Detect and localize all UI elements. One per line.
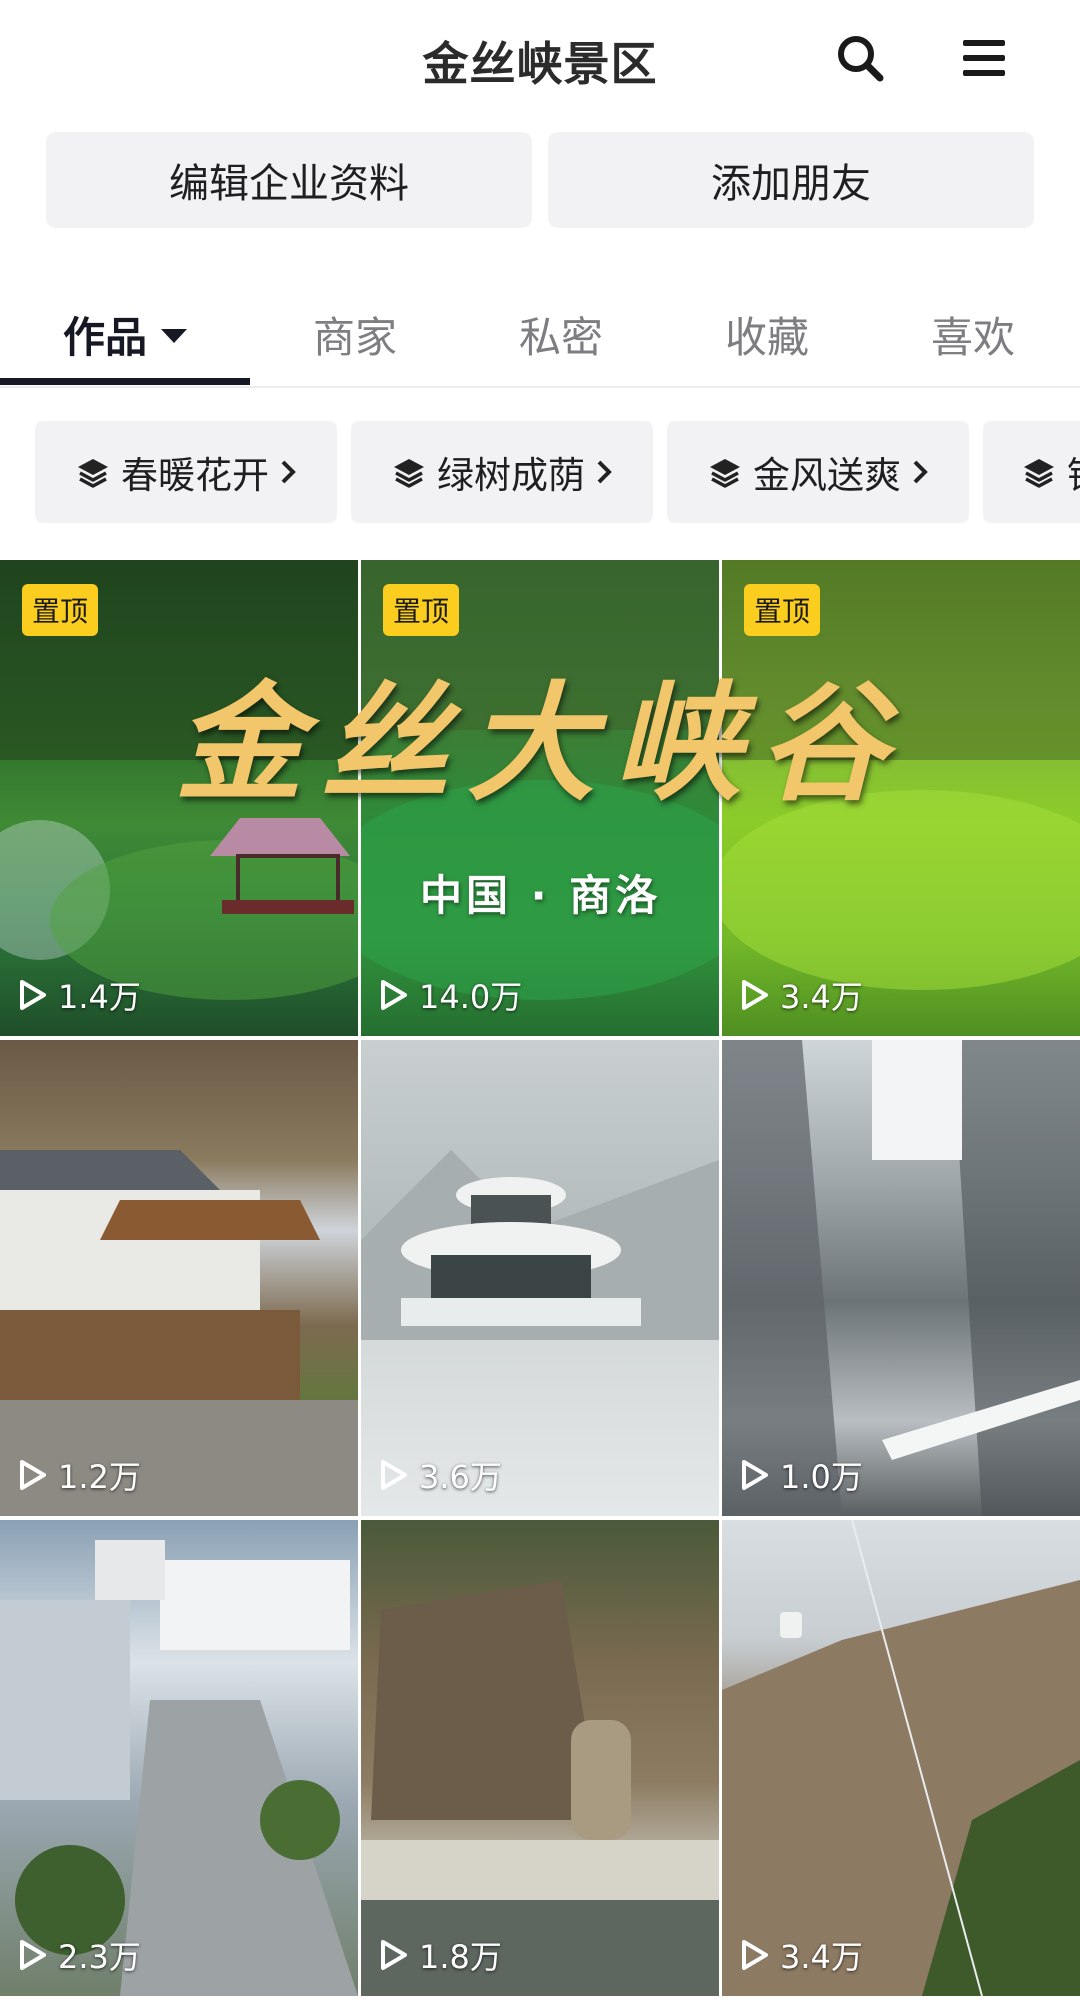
video-tile[interactable]: 置顶 3.4万 — [722, 560, 1080, 1036]
collection-chip[interactable]: 绿树成荫 — [351, 421, 653, 523]
pinned-badge: 置顶 — [383, 584, 460, 636]
tab-favorites[interactable]: 收藏 — [664, 290, 870, 378]
edit-profile-button[interactable]: 编辑企业资料 — [46, 132, 532, 228]
view-count-text: 2.3万 — [58, 1938, 141, 1976]
collection-chip[interactable]: 银 — [983, 421, 1080, 523]
play-icon — [20, 980, 46, 1010]
view-count-text: 1.0万 — [780, 1458, 863, 1496]
play-icon — [20, 1940, 46, 1970]
chevron-right-icon — [911, 458, 929, 486]
layers-icon — [1021, 454, 1057, 490]
video-tile[interactable]: 置顶 14.0万 — [361, 560, 719, 1036]
view-count: 3.6万 — [379, 1452, 502, 1498]
tab-likes[interactable]: 喜欢 — [870, 290, 1076, 378]
video-tile[interactable]: 2.3万 — [0, 1520, 358, 1996]
scenery-image — [0, 1540, 358, 1996]
tab-merchant[interactable]: 商家 — [250, 290, 460, 378]
play-icon — [381, 1940, 407, 1970]
view-count: 1.2万 — [18, 1452, 141, 1498]
view-count: 3.4万 — [740, 1932, 863, 1978]
view-count-text: 1.4万 — [58, 978, 141, 1016]
scenery-image — [0, 1150, 358, 1516]
scenery-image — [361, 1150, 719, 1340]
collection-chip[interactable]: 春暖花开 — [35, 421, 337, 523]
page-title: 金丝峡景区 — [422, 37, 658, 91]
scenery-image — [361, 1580, 719, 1996]
view-count-text: 3.4万 — [780, 1938, 863, 1976]
collection-chip[interactable]: 金风送爽 — [667, 421, 969, 523]
active-tab-indicator — [0, 378, 250, 385]
profile-tabs: 作品 商家 私密 收藏 喜欢 — [0, 290, 1080, 388]
layers-icon — [707, 454, 743, 490]
play-icon — [381, 980, 407, 1010]
view-count-text: 1.8万 — [419, 1938, 502, 1976]
view-count: 1.0万 — [740, 1452, 863, 1498]
view-count: 1.8万 — [379, 1932, 502, 1978]
play-icon — [20, 1460, 46, 1490]
video-tile[interactable]: 1.8万 — [361, 1520, 719, 1996]
view-count-text: 3.4万 — [780, 978, 863, 1016]
video-tile[interactable]: 置顶 1.4万 — [0, 560, 358, 1036]
view-count-text: 1.2万 — [58, 1458, 141, 1496]
play-icon — [742, 1460, 768, 1490]
chevron-right-icon — [279, 458, 297, 486]
view-count: 1.4万 — [18, 972, 141, 1018]
view-count: 3.4万 — [740, 972, 863, 1018]
play-icon — [381, 1460, 407, 1490]
collection-label: 绿树成荫 — [437, 454, 585, 497]
tab-private[interactable]: 私密 — [458, 290, 664, 378]
scenery-image — [722, 1040, 1080, 1516]
view-count-text: 14.0万 — [419, 978, 523, 1016]
collection-label: 春暖花开 — [121, 454, 269, 497]
pinned-badge: 置顶 — [744, 584, 821, 636]
view-count: 2.3万 — [18, 1932, 141, 1978]
play-icon — [742, 980, 768, 1010]
search-icon[interactable] — [828, 26, 892, 90]
tab-label: 作品 — [62, 312, 147, 362]
video-tile[interactable]: 1.0万 — [722, 1040, 1080, 1516]
scenery-image — [722, 1520, 1080, 1996]
video-tile[interactable]: 3.6万 — [361, 1040, 719, 1516]
collection-label: 金风送爽 — [753, 454, 901, 497]
caret-down-icon — [161, 329, 187, 343]
view-count-text: 3.6万 — [419, 1458, 502, 1496]
top-bar: 金丝峡景区 — [0, 0, 1080, 120]
view-count: 14.0万 — [379, 972, 522, 1018]
collection-label: 银 — [1067, 445, 1080, 499]
tab-works[interactable]: 作品 — [0, 290, 250, 378]
video-tile[interactable]: 1.2万 — [0, 1040, 358, 1516]
layers-icon — [391, 454, 427, 490]
video-tile[interactable]: 3.4万 — [722, 1520, 1080, 1996]
chevron-right-icon — [595, 458, 613, 486]
menu-icon[interactable] — [952, 26, 1016, 90]
layers-icon — [75, 454, 111, 490]
add-friend-button[interactable]: 添加朋友 — [548, 132, 1034, 228]
play-icon — [742, 1940, 768, 1970]
pinned-badge: 置顶 — [22, 584, 99, 636]
